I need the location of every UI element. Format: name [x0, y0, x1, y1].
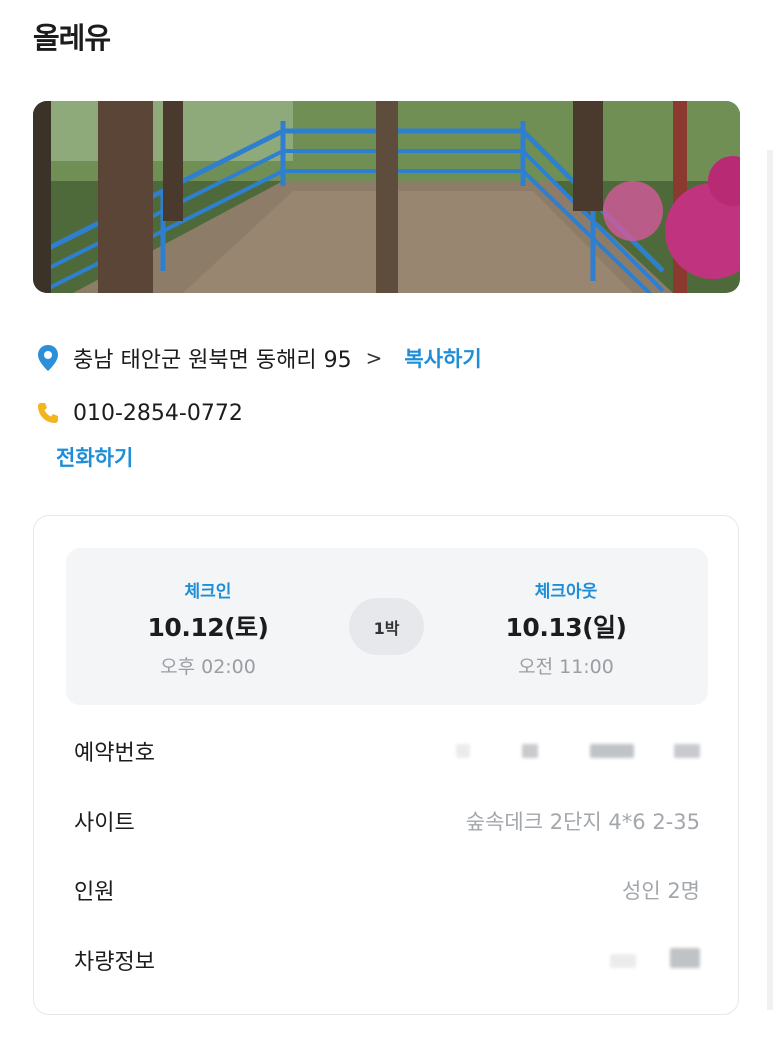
checkout-label: 체크아웃	[534, 582, 598, 602]
chevron-right-icon[interactable]: >	[366, 346, 383, 370]
checkin-date: 10.12(토)	[147, 613, 269, 642]
guests-label: 인원	[74, 880, 115, 905]
vehicle-row: 차량정보	[74, 940, 700, 980]
stay-period-box: 체크인 10.12(토) 오후 02:00 1박 체크아웃 10.13(일) 오…	[66, 548, 708, 705]
site-row: 사이트 숲속데크 2단지 4*6 2-35	[74, 801, 700, 841]
checkin-label: 체크인	[184, 582, 232, 602]
location-pin-icon	[35, 344, 61, 372]
vehicle-value	[610, 947, 700, 973]
checkin-time: 오후 02:00	[160, 656, 256, 678]
site-value: 숲속데크 2단지 4*6 2-35	[465, 810, 700, 834]
address-text[interactable]: 충남 태안군 원북면 동해리 95	[73, 342, 352, 374]
reservation-number-label: 예약번호	[74, 741, 155, 766]
address-row: 충남 태안군 원북면 동해리 95 > 복사하기	[35, 340, 482, 376]
phone-row: 010-2854-0772	[35, 396, 243, 430]
checkout-time: 오전 11:00	[518, 656, 614, 678]
phone-icon	[35, 399, 61, 427]
reservation-number-value	[456, 739, 700, 763]
reservation-card: 체크인 10.12(토) 오후 02:00 1박 체크아웃 10.13(일) 오…	[33, 515, 739, 1015]
page-title: 올레유	[33, 21, 111, 55]
guests-row: 인원 성인 2명	[74, 870, 700, 910]
checkout-date: 10.13(일)	[505, 613, 627, 642]
copy-address-button[interactable]: 복사하기	[404, 343, 481, 373]
scrollbar-track[interactable]	[767, 150, 773, 1010]
vehicle-label: 차량정보	[74, 950, 155, 975]
call-button[interactable]: 전화하기	[56, 442, 133, 472]
checkin-block: 체크인 10.12(토) 오후 02:00	[108, 577, 308, 679]
reservation-number-row: 예약번호	[74, 731, 700, 771]
site-label: 사이트	[74, 811, 135, 836]
checkout-block: 체크아웃 10.13(일) 오전 11:00	[466, 577, 666, 679]
nights-badge: 1박	[349, 598, 424, 655]
guests-value: 성인 2명	[622, 879, 700, 903]
phone-number: 010-2854-0772	[73, 400, 243, 426]
campsite-photo	[33, 101, 740, 293]
